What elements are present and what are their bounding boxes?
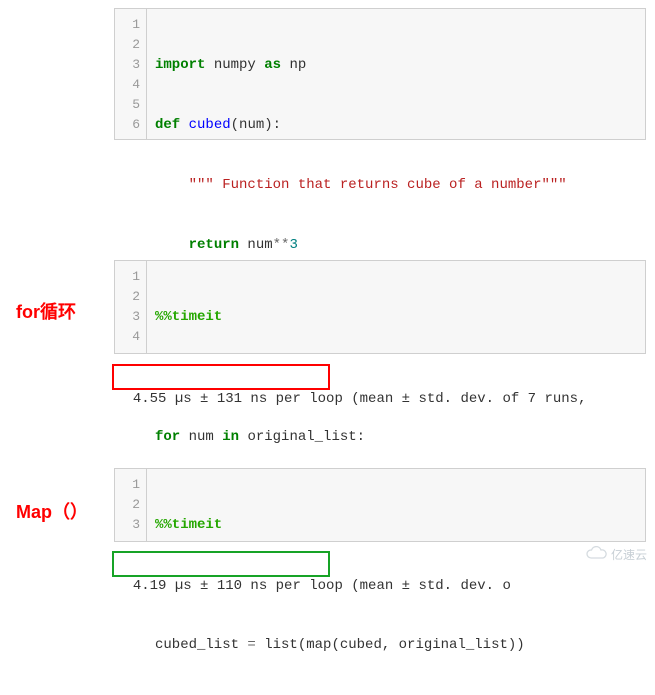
code-block-map: 1 2 3 %%timeit cubed_list = [] cubed_lis… [114, 468, 646, 542]
line-number: 3 [115, 307, 140, 327]
code-line: """ Function that returns cube of a numb… [155, 175, 637, 195]
output-highlight: 4.19 µs ± 110 ns per loop [133, 578, 351, 594]
output-for: 4.55 µs ± 131 ns per loop (mean ± std. d… [114, 366, 655, 410]
line-number: 3 [115, 515, 140, 535]
gutter-for: 1 2 3 4 [115, 261, 147, 353]
gutter-map: 1 2 3 [115, 469, 147, 541]
code-line: import numpy as np [155, 55, 637, 75]
line-number: 5 [115, 95, 140, 115]
code-block-for: 1 2 3 4 %%timeit cubed_list = [] for num… [114, 260, 646, 354]
watermark: 亿速云 [585, 546, 647, 563]
output-highlight: 4.55 µs ± 131 ns per loop [133, 391, 351, 407]
line-number: 1 [115, 15, 140, 35]
line-number: 1 [115, 475, 140, 495]
gutter-setup: 1 2 3 4 5 6 [115, 9, 147, 139]
code-line: for num in original_list: [155, 427, 637, 447]
line-number: 4 [115, 75, 140, 95]
label-map: Map（） [16, 498, 88, 524]
line-number: 1 [115, 267, 140, 287]
line-number: 2 [115, 495, 140, 515]
line-number: 2 [115, 35, 140, 55]
line-number: 3 [115, 55, 140, 75]
line-number: 6 [115, 115, 140, 135]
output-rest: (mean ± std. dev. of 7 runs, [351, 391, 586, 407]
code-line: def cubed(num): [155, 115, 637, 135]
line-number: 4 [115, 327, 140, 347]
code-line: return num**3 [155, 235, 637, 255]
watermark-text: 亿速云 [611, 546, 647, 563]
code-block-setup: 1 2 3 4 5 6 import numpy as np def cubed… [114, 8, 646, 140]
cloud-icon [585, 546, 607, 563]
output-rest: (mean ± std. dev. o [351, 578, 511, 594]
line-number: 2 [115, 287, 140, 307]
code-line: cubed_list = list(map(cubed, original_li… [155, 635, 637, 655]
code-line: %%timeit [155, 515, 637, 535]
label-for-loop: for循环 [16, 298, 76, 324]
output-map: 4.19 µs ± 110 ns per loop (mean ± std. d… [114, 553, 655, 597]
code-line: %%timeit [155, 307, 637, 327]
